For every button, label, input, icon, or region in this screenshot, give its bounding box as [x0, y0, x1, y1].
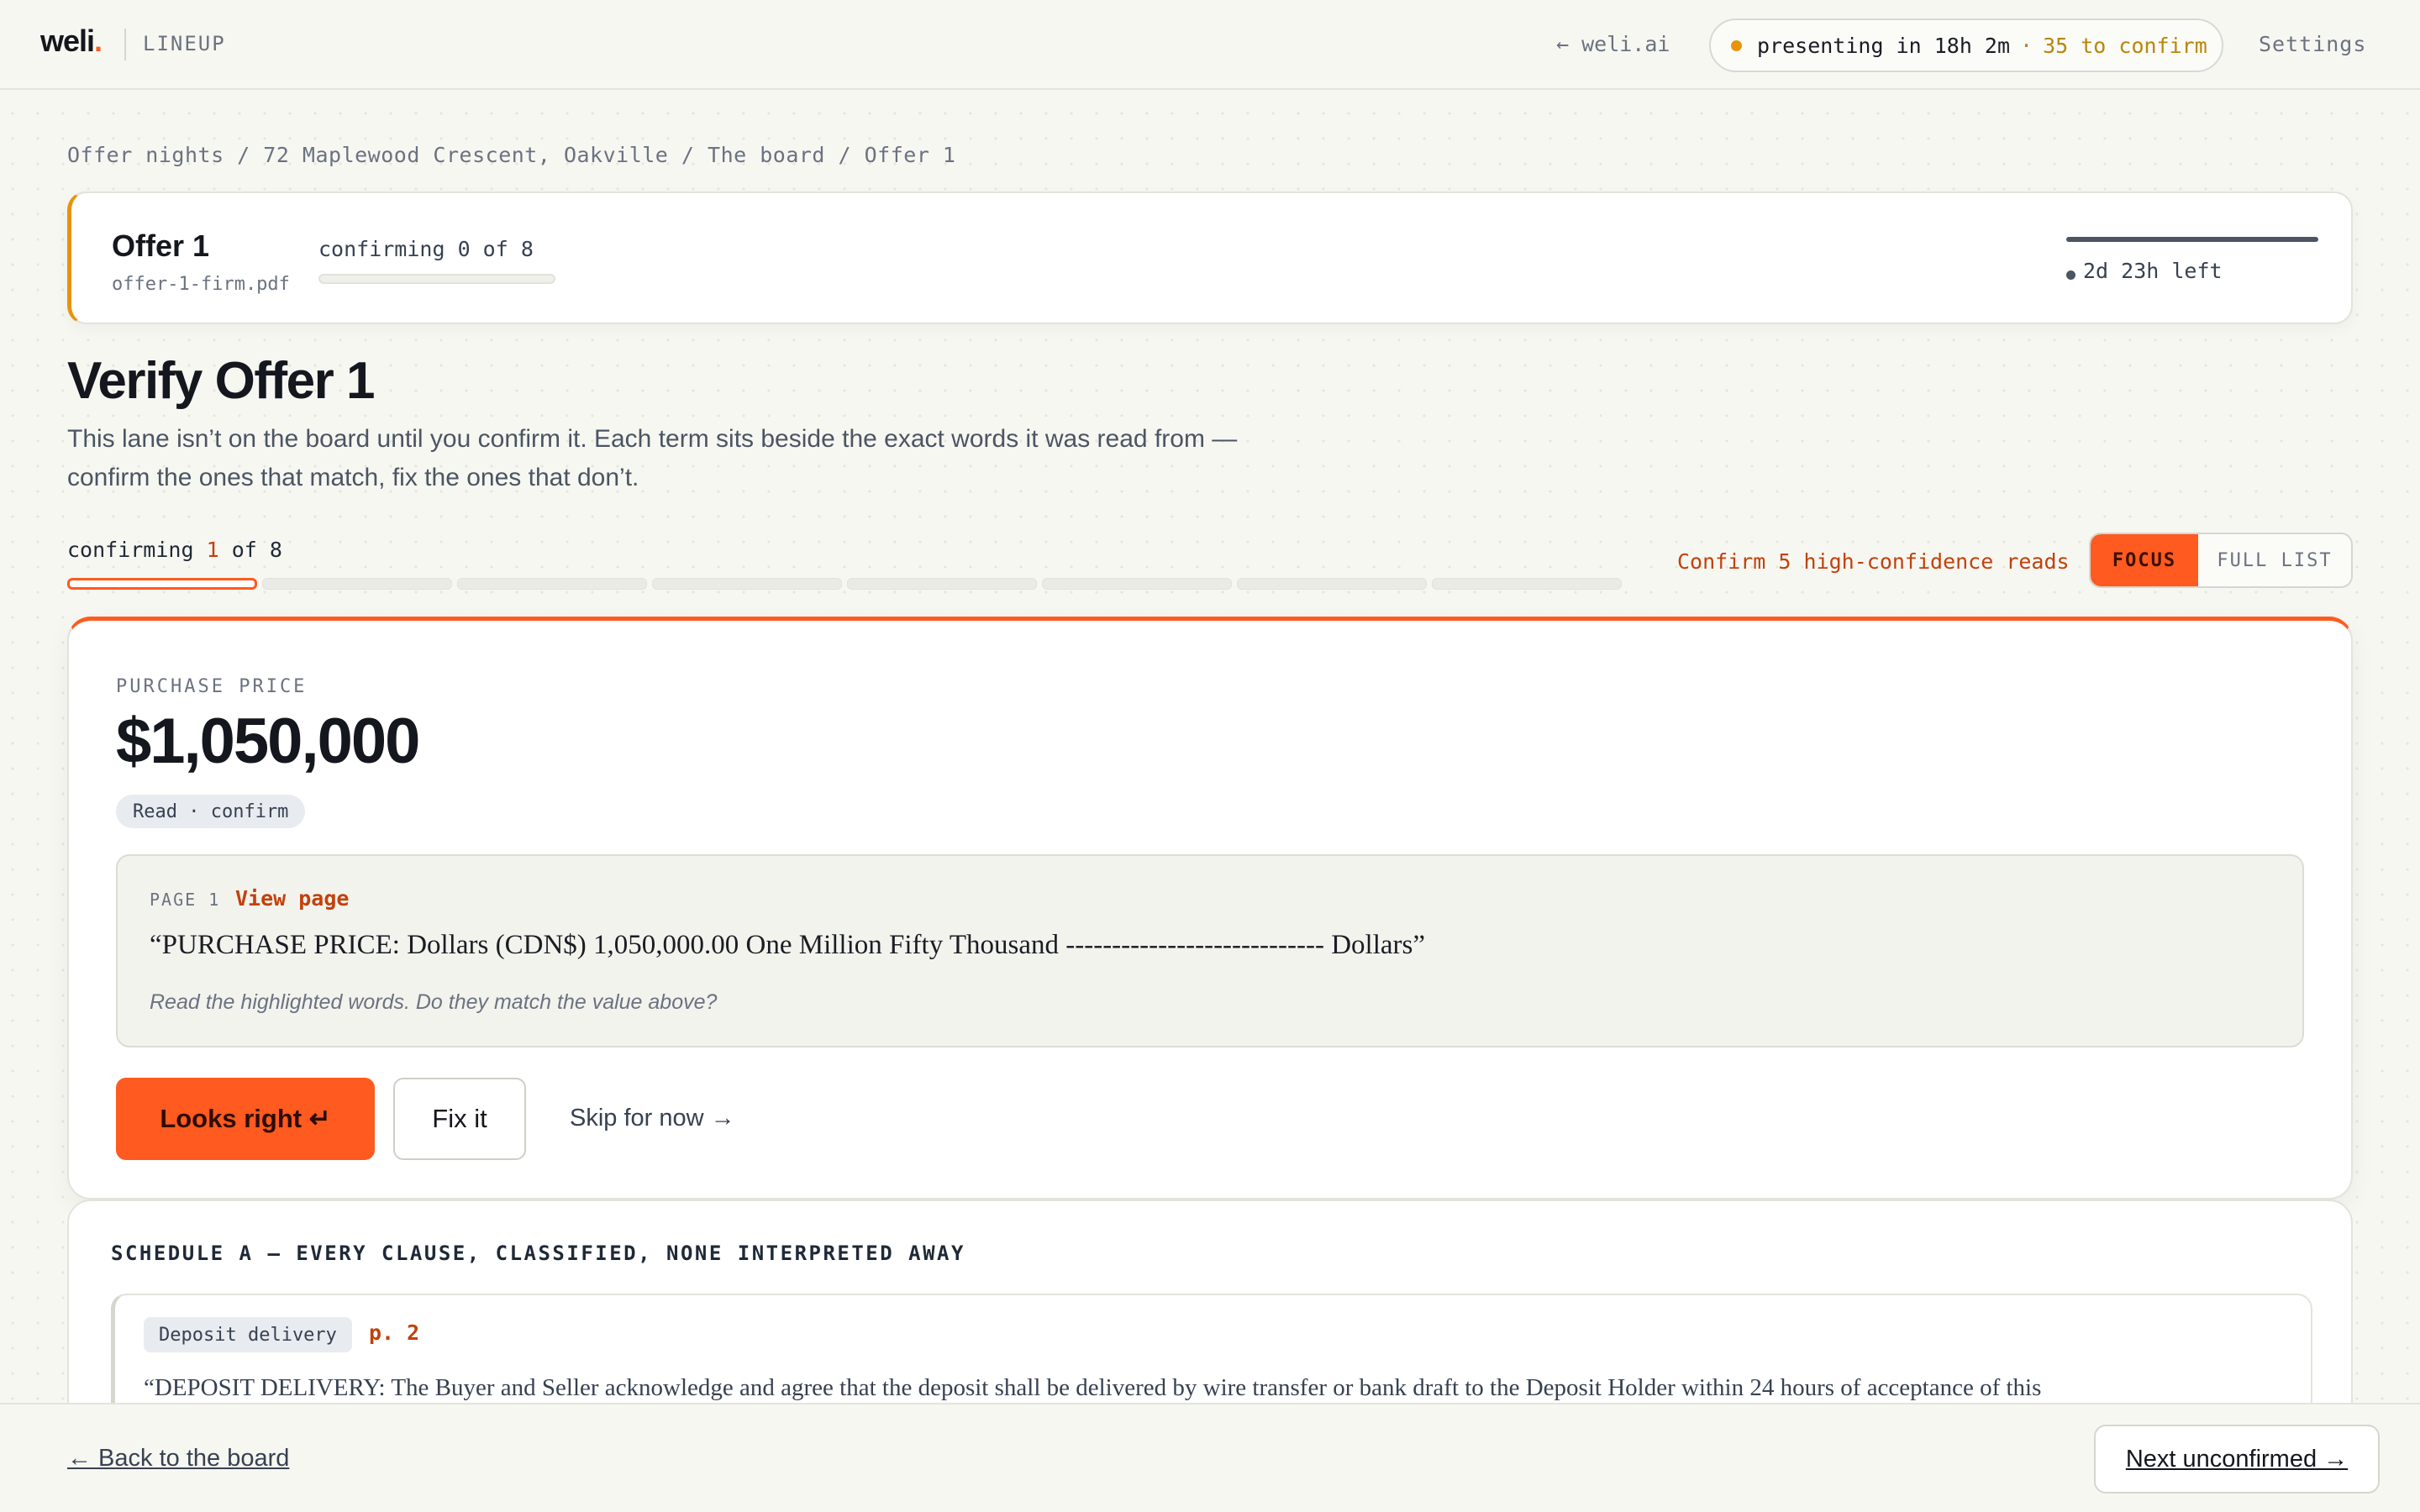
presenting-countdown: presenting in 18h 2m: [1757, 33, 2011, 58]
back-to-board-link[interactable]: ← Back to the board: [67, 1445, 289, 1473]
clause-type-tag: Deposit delivery: [144, 1317, 352, 1352]
step-current-number: 1: [206, 538, 219, 562]
step-segment[interactable]: [1237, 578, 1427, 590]
deadline-dot-icon: [2066, 270, 2075, 280]
breadcrumb[interactable]: Offer nights / 72 Maplewood Crescent, Oa…: [67, 143, 956, 167]
next-unconfirmed-button[interactable]: Next unconfirmed →: [2094, 1425, 2380, 1494]
offer-file-name[interactable]: offer-1-firm.pdf: [112, 274, 290, 295]
app-name: LINEUP: [143, 32, 226, 55]
presenting-status-pill[interactable]: presenting in 18h 2m · 35 to confirm: [1709, 18, 2223, 72]
step-segment[interactable]: [67, 578, 257, 590]
page-description: This lane isn’t on the board until you c…: [67, 425, 1238, 491]
step-segment[interactable]: [652, 578, 842, 590]
offer-header-card: Offer 1 offer-1-firm.pdf confirming 0 of…: [67, 192, 2353, 324]
deadline-bar: [2066, 237, 2318, 242]
back-to-weli-link[interactable]: ← weli.ai: [1556, 32, 1670, 56]
to-confirm-count: 35 to confirm: [2043, 33, 2207, 58]
step-progress-label: confirming 1 of 8: [67, 538, 282, 562]
bottom-action-bar: ← Back to the board Next unconfirmed →: [0, 1403, 2420, 1512]
view-page-link[interactable]: View page: [235, 886, 349, 911]
weli-logo[interactable]: weli.: [40, 24, 103, 59]
clause-text: “DEPOSIT DELIVERY: The Buyer and Seller …: [144, 1374, 2042, 1401]
read-status-badge: Read · confirm: [116, 795, 306, 828]
logo-dot: .: [94, 24, 103, 58]
offer-confirm-progress-label: confirming 0 of 8: [318, 237, 534, 261]
clause-page-link[interactable]: p. 2: [369, 1320, 419, 1345]
step-label-prefix: confirming: [67, 538, 207, 562]
source-quote: “PURCHASE PRICE: Dollars (CDN$) 1,050,00…: [150, 930, 1425, 960]
step-segment[interactable]: [1432, 578, 1622, 590]
pill-separator: ·: [2020, 33, 2033, 58]
logo-text: weli: [40, 24, 95, 58]
logo-divider: [124, 29, 126, 60]
step-segment[interactable]: [457, 578, 647, 590]
offer-title: Offer 1: [112, 228, 210, 263]
term-label: PURCHASE PRICE: [116, 676, 308, 697]
confirm-high-confidence-button[interactable]: Confirm 5 high-confidence reads: [1677, 549, 2070, 574]
schedule-a-title: SCHEDULE A — EVERY CLAUSE, CLASSIFIED, N…: [111, 1242, 965, 1265]
step-segment[interactable]: [262, 578, 452, 590]
focus-mode-button[interactable]: FOCUS: [2091, 534, 2198, 586]
step-segments: [67, 578, 1622, 590]
source-excerpt-box: PAGE 1 View page “PURCHASE PRICE: Dollar…: [116, 854, 2304, 1047]
offer-confirm-progress-bar: [318, 274, 555, 284]
looks-right-button[interactable]: Looks right ↵: [116, 1078, 375, 1160]
source-hint: Read the highlighted words. Do they matc…: [150, 990, 718, 1014]
full-list-mode-button[interactable]: FULL LIST: [2198, 534, 2351, 586]
fix-it-button[interactable]: Fix it: [393, 1078, 526, 1160]
term-value: $1,050,000: [116, 706, 420, 777]
page-title: Verify Offer 1: [67, 352, 375, 410]
step-segment[interactable]: [847, 578, 1037, 590]
step-label-suffix: of 8: [218, 538, 282, 562]
step-segment[interactable]: [1042, 578, 1232, 590]
source-page-number: PAGE 1: [150, 890, 221, 910]
top-bar: weli. LINEUP ← weli.ai presenting in 18h…: [0, 0, 2420, 90]
settings-link[interactable]: Settings: [2259, 32, 2366, 56]
status-dot-icon: [1731, 39, 1742, 51]
deadline-time-left: 2d 23h left: [2083, 259, 2223, 283]
view-mode-toggle: FOCUS FULL LIST: [2089, 533, 2353, 588]
skip-for-now-link[interactable]: Skip for now →: [570, 1105, 735, 1132]
term-verify-card: PURCHASE PRICE $1,050,000 Read · confirm…: [67, 617, 2353, 1200]
